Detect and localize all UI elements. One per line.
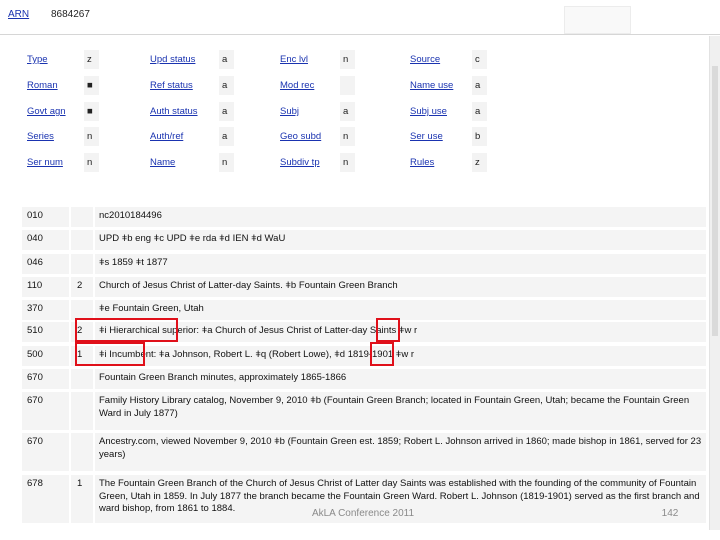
field-row[interactable]: 370 ǂe Fountain Green, Utah <box>22 300 706 320</box>
fixed-field-value-ser-num[interactable]: n <box>84 153 99 172</box>
fixed-field-label-subj[interactable]: Subj <box>280 106 299 117</box>
field-content[interactable]: Fountain Green Branch minutes, approxima… <box>95 369 706 389</box>
fixed-field-label-series[interactable]: Series <box>27 131 54 142</box>
header-box <box>564 6 631 34</box>
highlight-box-500-subfield-w <box>370 342 394 366</box>
fixed-field-value-ref-status[interactable]: a <box>219 76 234 95</box>
fixed-field-label-source[interactable]: Source <box>410 54 440 65</box>
field-tag[interactable]: 670 <box>22 392 69 430</box>
fixed-field-label-subdiv-tp[interactable]: Subdiv tp <box>280 157 320 168</box>
fixed-field-label-mod-rec[interactable]: Mod rec <box>280 80 314 91</box>
field-tag[interactable]: 670 <box>22 369 69 389</box>
field-row[interactable]: 670 Family History Library catalog, Nove… <box>22 392 706 430</box>
field-content[interactable]: ǂs 1859 ǂt 1877 <box>95 254 706 274</box>
field-indicator[interactable] <box>71 230 93 250</box>
arn-value: 8684267 <box>51 9 90 20</box>
fixed-field-label-ref-status[interactable]: Ref status <box>150 80 193 91</box>
fixed-field-value-subj[interactable]: a <box>340 102 355 121</box>
fixed-field-value-subdiv-tp[interactable]: n <box>340 153 355 172</box>
field-tag[interactable]: 040 <box>22 230 69 250</box>
field-row[interactable]: 040 UPD ǂb eng ǂc UPD ǂe rda ǂd IEN ǂd W… <box>22 230 706 250</box>
field-indicator[interactable]: 2 <box>71 277 93 297</box>
field-row[interactable]: 110 2 Church of Jesus Christ of Latter-d… <box>22 277 706 297</box>
field-content[interactable]: nc2010184496 <box>95 207 706 227</box>
fixed-field-value-series[interactable]: n <box>84 127 99 146</box>
field-tag[interactable]: 110 <box>22 277 69 297</box>
fixed-field-value-type[interactable]: z <box>84 50 99 69</box>
field-tag[interactable]: 510 <box>22 322 69 342</box>
arn-label[interactable]: ARN <box>8 9 29 20</box>
field-content[interactable]: Church of Jesus Christ of Latter-day Sai… <box>95 277 706 297</box>
footer-conference: AkLA Conference 2011 <box>311 508 415 519</box>
fixed-field-label-auth-status[interactable]: Auth status <box>150 106 198 117</box>
fixed-field-label-enc-lvl[interactable]: Enc lvl <box>280 54 308 65</box>
fixed-field-label-subj-use[interactable]: Subj use <box>410 106 447 117</box>
fixed-field-label-govt-agn[interactable]: Govt agn <box>27 106 66 117</box>
field-content[interactable]: UPD ǂb eng ǂc UPD ǂe rda ǂd IEN ǂd WaU <box>95 230 706 250</box>
field-tag[interactable]: 670 <box>22 433 69 471</box>
fixed-field-label-ser-use[interactable]: Ser use <box>410 131 443 142</box>
variable-fields-panel: 010 nc2010184496 040 UPD ǂb eng ǂc UPD ǂ… <box>22 203 706 530</box>
field-content[interactable]: Family History Library catalog, November… <box>95 392 706 430</box>
field-indicator[interactable]: 1 <box>71 475 93 523</box>
fixed-field-label-geo-subd[interactable]: Geo subd <box>280 131 321 142</box>
field-tag[interactable]: 370 <box>22 300 69 320</box>
fixed-field-value-source[interactable]: c <box>472 50 487 69</box>
fixed-field-value-enc-lvl[interactable]: n <box>340 50 355 69</box>
field-row[interactable]: 046 ǂs 1859 ǂt 1877 <box>22 254 706 274</box>
field-indicator[interactable] <box>71 369 93 389</box>
field-indicator[interactable] <box>71 300 93 320</box>
fixed-fields-panel: Type z Roman ■ Govt agn ■ Series n Ser n… <box>0 35 720 193</box>
record-header: ARN 8684267 <box>0 0 720 34</box>
field-indicator[interactable] <box>71 392 93 430</box>
fixed-field-label-rules[interactable]: Rules <box>410 157 434 168</box>
fixed-field-label-auth-ref[interactable]: Auth/ref <box>150 131 183 142</box>
fixed-field-label-ser-num[interactable]: Ser num <box>27 157 63 168</box>
field-row[interactable]: 670 Fountain Green Branch minutes, appro… <box>22 369 706 389</box>
field-row[interactable]: 010 nc2010184496 <box>22 207 706 227</box>
field-content[interactable]: ǂe Fountain Green, Utah <box>95 300 706 320</box>
highlight-box-500-subfield-i <box>75 342 145 366</box>
field-indicator[interactable] <box>71 254 93 274</box>
highlight-box-510-subfield-w <box>376 318 400 342</box>
fixed-field-value-name[interactable]: n <box>219 153 234 172</box>
fixed-field-label-name[interactable]: Name <box>150 157 175 168</box>
fixed-field-value-mod-rec[interactable] <box>340 76 355 95</box>
field-content[interactable]: ǂi Hierarchical superior: ǂa Church of J… <box>95 322 706 342</box>
field-tag[interactable]: 046 <box>22 254 69 274</box>
field-tag[interactable]: 678 <box>22 475 69 523</box>
fixed-field-value-subj-use[interactable]: a <box>472 102 487 121</box>
fixed-field-label-name-use[interactable]: Name use <box>410 80 453 91</box>
fixed-field-value-upd-status[interactable]: a <box>219 50 234 69</box>
field-indicator[interactable] <box>71 433 93 471</box>
field-tag[interactable]: 500 <box>22 346 69 366</box>
field-content[interactable]: ǂi Incumbent: ǂa Johnson, Robert L. ǂq (… <box>95 346 706 366</box>
fixed-field-value-roman[interactable]: ■ <box>84 76 99 95</box>
fixed-field-label-upd-status[interactable]: Upd status <box>150 54 195 65</box>
fixed-field-value-ser-use[interactable]: b <box>472 127 487 146</box>
highlight-box-510-subfield-i <box>75 318 178 342</box>
footer-page-number: 142 <box>661 508 679 519</box>
scrollbar-thumb[interactable] <box>712 66 718 336</box>
fixed-field-label-type[interactable]: Type <box>27 54 48 65</box>
vertical-scrollbar[interactable] <box>709 36 720 530</box>
field-content[interactable]: Ancestry.com, viewed November 9, 2010 ǂb… <box>95 433 706 471</box>
fixed-field-value-auth-status[interactable]: a <box>219 102 234 121</box>
fixed-field-value-auth-ref[interactable]: a <box>219 127 234 146</box>
field-row[interactable]: 670 Ancestry.com, viewed November 9, 201… <box>22 433 706 471</box>
fixed-field-label-roman[interactable]: Roman <box>27 80 58 91</box>
fixed-field-value-rules[interactable]: z <box>472 153 487 172</box>
fixed-field-value-govt-agn[interactable]: ■ <box>84 102 99 121</box>
field-tag[interactable]: 010 <box>22 207 69 227</box>
fixed-field-value-name-use[interactable]: a <box>472 76 487 95</box>
field-indicator[interactable] <box>71 207 93 227</box>
fixed-field-value-geo-subd[interactable]: n <box>340 127 355 146</box>
